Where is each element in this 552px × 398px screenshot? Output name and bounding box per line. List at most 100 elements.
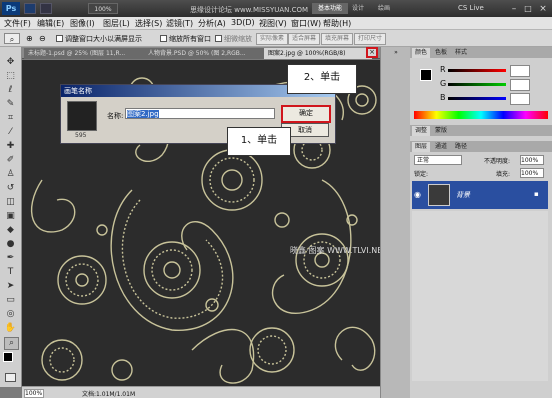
fill-field[interactable]: 100% xyxy=(520,168,544,178)
b-slider[interactable] xyxy=(448,97,506,100)
menu-filter[interactable]: 滤镜(T) xyxy=(166,18,193,29)
close-icon[interactable]: × xyxy=(537,4,549,14)
scrubby-zoom-label: 细微缩放 xyxy=(224,35,252,43)
layer-row-background[interactable]: ◉ 背景 ▪ xyxy=(412,181,548,209)
zoom-out-icon[interactable]: ⊖ xyxy=(39,33,50,44)
menu-image[interactable]: 图像(I) xyxy=(70,18,95,29)
3d-rotate-tool-icon[interactable]: ◎ xyxy=(4,309,17,320)
r-slider[interactable] xyxy=(448,69,506,72)
brush-tool-icon[interactable]: ✐ xyxy=(4,155,17,166)
menu-analysis[interactable]: 分析(A) xyxy=(198,18,226,29)
zoom-level-field[interactable]: 100% xyxy=(88,3,118,14)
tab-pattern2-active[interactable]: 图案2.jpg @ 100%(RGB/8) xyxy=(264,48,372,59)
eraser-tool-icon[interactable]: ◫ xyxy=(4,197,17,208)
tab-adjustments[interactable]: 调整 xyxy=(412,126,431,136)
opacity-field[interactable]: 100% xyxy=(520,155,544,165)
gradient-tool-icon[interactable]: ▣ xyxy=(4,211,17,222)
dodge-tool-icon[interactable]: ● xyxy=(4,239,17,250)
launch-minibridge-icon[interactable] xyxy=(40,3,52,14)
menu-window[interactable]: 窗口(W) xyxy=(291,18,321,29)
callout-step-2: 2、单击 xyxy=(287,64,357,94)
canvas-watermark: 晓鑫·图案 WWW.TLVI.NET xyxy=(290,246,380,255)
toolbox: ✥ ⬚ ℓ ✎ ⌗ ⁄ ✚ ✐ ♙ ↺ ◫ ▣ ◆ ● ✒ T ➤ ▭ ◎ ✋ … xyxy=(0,47,22,387)
menu-3d[interactable]: 3D(D) xyxy=(231,18,255,27)
right-panels: 颜色 色板 样式 R G B 调整 蒙版 图层 通道 路径 正常 不透明度: 1… xyxy=(410,47,552,398)
move-tool-icon[interactable]: ✥ xyxy=(4,57,17,68)
options-bar: ⌕ ⊕ ⊖ 调整窗口大小以满屏显示 缩放所有窗口 细微缩放 实际像素 适合屏幕 … xyxy=(0,30,552,47)
brush-size-label: 595 xyxy=(75,132,87,139)
zoom-all-windows-label: 缩放所有窗口 xyxy=(169,35,211,43)
workspace-painting-button[interactable]: 绘画 xyxy=(378,3,398,14)
tab-paths[interactable]: 路径 xyxy=(452,142,470,152)
crop-tool-icon[interactable]: ⌗ xyxy=(4,113,17,124)
menu-help[interactable]: 帮助(H) xyxy=(323,18,351,29)
foreground-color-swatch[interactable] xyxy=(3,352,13,362)
blur-tool-icon[interactable]: ◆ xyxy=(4,225,17,236)
menu-file[interactable]: 文件(F) xyxy=(4,18,31,29)
menu-layer[interactable]: 图层(L) xyxy=(103,18,130,29)
fg-color-chip[interactable] xyxy=(420,69,432,81)
blend-mode-select[interactable]: 正常 xyxy=(414,155,462,165)
r-label: R xyxy=(440,65,446,74)
scrubby-zoom-checkbox[interactable] xyxy=(215,35,222,42)
resize-windows-checkbox[interactable] xyxy=(56,35,63,42)
tab-layers[interactable]: 图层 xyxy=(412,142,431,152)
workspace-essentials-button[interactable]: 基本功能 xyxy=(312,3,348,14)
b-value-field[interactable] xyxy=(510,93,530,105)
document-tab-bar: 未标题-1.psd @ 25% (图层 11,R... 人物背景.PSD @ 5… xyxy=(22,47,380,59)
menu-select[interactable]: 选择(S) xyxy=(135,18,162,29)
quick-mask-icon[interactable] xyxy=(5,373,16,382)
history-brush-tool-icon[interactable]: ↺ xyxy=(4,183,17,194)
g-slider[interactable] xyxy=(448,83,506,86)
watermark-text: 思缘设计论坛 www.MISSYUAN.COM xyxy=(190,6,309,14)
pen-tool-icon[interactable]: ✒ xyxy=(4,253,17,264)
tab-untitled-1[interactable]: 未标题-1.psd @ 25% (图层 11,R... xyxy=(24,48,150,59)
tab-close-icon[interactable]: × xyxy=(366,47,378,58)
zoom-in-icon[interactable]: ⊕ xyxy=(26,33,37,44)
tab-styles[interactable]: 样式 xyxy=(452,48,470,58)
zoom-tool-preset-icon[interactable]: ⌕ xyxy=(4,33,20,44)
hand-tool-icon[interactable]: ✋ xyxy=(4,323,17,334)
brush-name-input[interactable]: 图案2.jpg xyxy=(125,108,275,119)
lasso-tool-icon[interactable]: ℓ xyxy=(4,85,17,96)
tab-swatches[interactable]: 色板 xyxy=(432,48,450,58)
menu-bar: 文件(F) 编辑(E) 图像(I) 图层(L) 选择(S) 滤镜(T) 分析(A… xyxy=(0,17,552,30)
r-value-field[interactable] xyxy=(510,65,530,77)
tab-people-background[interactable]: 人物背景.PSD @ 50% (图 2,RGB... xyxy=(144,48,270,59)
tab-color[interactable]: 颜色 xyxy=(412,48,431,58)
ok-button[interactable]: 确定 xyxy=(281,105,331,123)
launch-bridge-icon[interactable] xyxy=(24,3,36,14)
status-bar: 100% 文档:1.01M/1.01M xyxy=(22,386,380,398)
maximize-icon[interactable]: □ xyxy=(522,4,534,14)
clone-stamp-tool-icon[interactable]: ♙ xyxy=(4,169,17,180)
tab-channels[interactable]: 通道 xyxy=(432,142,450,152)
zoom-tool-icon[interactable]: ⌕ xyxy=(4,337,19,350)
healing-tool-icon[interactable]: ✚ xyxy=(4,141,17,152)
collapse-panels-icon[interactable]: » xyxy=(389,49,403,57)
color-spectrum-bar[interactable] xyxy=(414,111,548,119)
fit-screen-button[interactable]: 适合屏幕 xyxy=(288,33,321,45)
fill-screen-button[interactable]: 填充屏幕 xyxy=(321,33,354,45)
layer-thumbnail xyxy=(428,184,450,206)
zoom-all-windows-checkbox[interactable] xyxy=(160,35,167,42)
g-value-field[interactable] xyxy=(510,79,530,91)
fill-label: 填充: xyxy=(496,171,511,178)
marquee-tool-icon[interactable]: ⬚ xyxy=(4,71,17,82)
shape-tool-icon[interactable]: ▭ xyxy=(4,295,17,306)
cs-live-button[interactable]: CS Live xyxy=(458,3,496,14)
workspace-design-button[interactable]: 设计 xyxy=(352,3,372,14)
tab-masks[interactable]: 蒙版 xyxy=(432,126,450,136)
layers-empty-area xyxy=(412,211,548,381)
eyedropper-tool-icon[interactable]: ⁄ xyxy=(4,127,17,138)
type-tool-icon[interactable]: T xyxy=(4,267,17,278)
layer-lock-icon: ▪ xyxy=(534,190,539,198)
menu-view[interactable]: 视图(V) xyxy=(259,18,287,29)
quick-select-tool-icon[interactable]: ✎ xyxy=(4,99,17,110)
status-zoom[interactable]: 100% xyxy=(24,389,44,398)
minimize-icon[interactable]: – xyxy=(508,4,520,14)
actual-pixels-button[interactable]: 实际像素 xyxy=(256,33,289,45)
path-select-tool-icon[interactable]: ➤ xyxy=(4,281,17,292)
layer-visibility-eye-icon[interactable]: ◉ xyxy=(414,190,424,200)
print-size-button[interactable]: 打印尺寸 xyxy=(354,33,387,45)
menu-edit[interactable]: 编辑(E) xyxy=(37,18,64,29)
